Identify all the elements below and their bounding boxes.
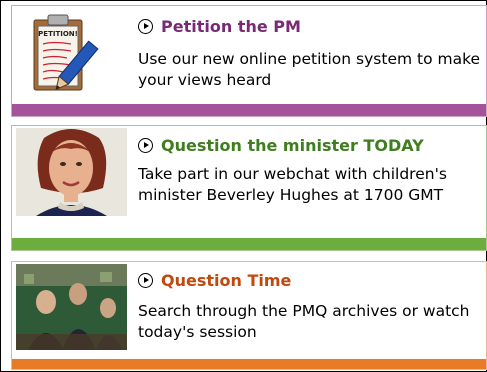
minister-photo[interactable]: [16, 128, 127, 216]
petition-description: Use our new online petition system to ma…: [138, 50, 481, 89]
question-time-title: Question Time: [161, 271, 292, 290]
petition-title: Petition the PM: [161, 17, 301, 36]
petition-title-link[interactable]: Petition the PM: [138, 17, 301, 36]
petition-card[interactable]: PETITION! Petition the PM Use our new on…: [11, 5, 487, 117]
play-arrow-icon: [138, 138, 153, 153]
question-time-description: Search through the PMQ archives or watch…: [138, 302, 470, 341]
question-time-card[interactable]: Question Time Search through the PMQ arc…: [11, 261, 487, 370]
minister-color-bar: [12, 238, 486, 250]
petition-image-text: PETITION!: [38, 30, 78, 38]
petition-clipboard-icon[interactable]: PETITION!: [16, 8, 106, 100]
minister-card[interactable]: Question the minister TODAY Take part in…: [11, 125, 487, 251]
minister-title: Question the minister TODAY: [161, 136, 424, 155]
minister-description: Take part in our webchat with children's…: [138, 165, 447, 204]
question-time-color-bar: [12, 359, 486, 369]
play-arrow-icon: [138, 273, 153, 288]
question-time-title-link[interactable]: Question Time: [138, 271, 291, 290]
question-time-photo[interactable]: [16, 264, 127, 350]
minister-title-link[interactable]: Question the minister TODAY: [138, 136, 424, 155]
play-arrow-icon: [138, 19, 153, 34]
petition-color-bar: [12, 104, 486, 116]
